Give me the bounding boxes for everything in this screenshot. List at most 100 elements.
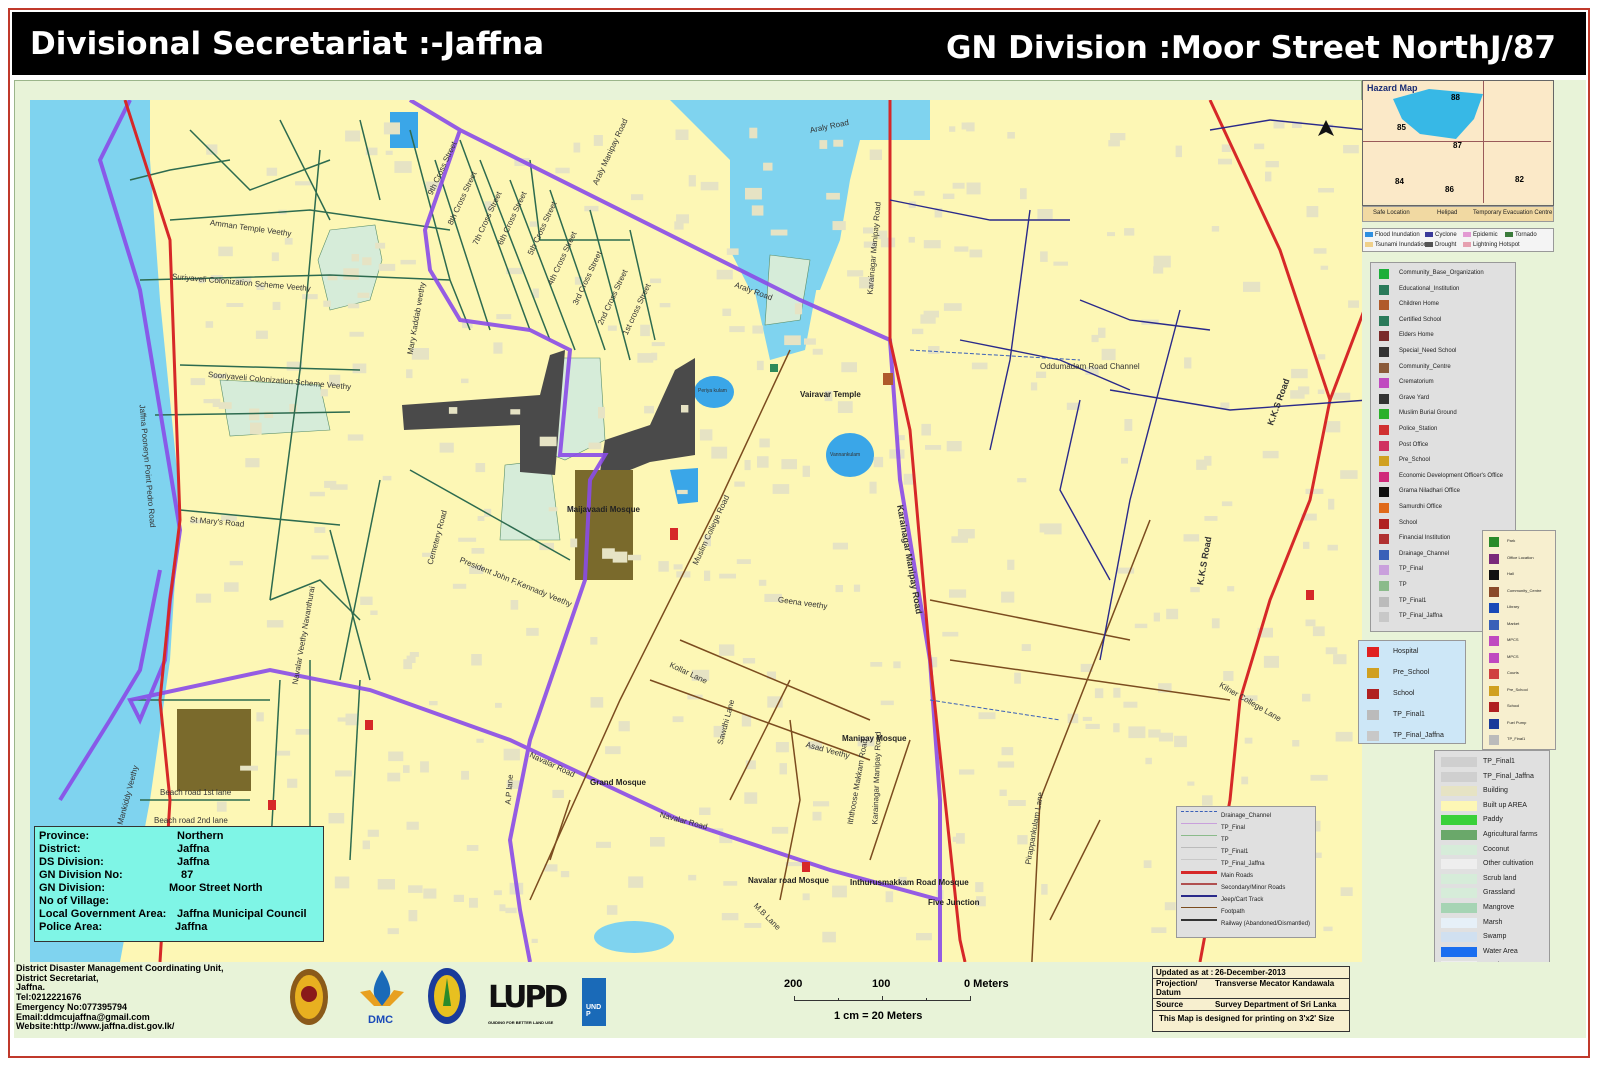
undp-text: UNDP — [586, 1004, 602, 1018]
legend-item: Community_Centre — [1399, 363, 1451, 370]
legend-symbol-icon — [1489, 537, 1499, 547]
meta-value: Transverse Mecator Kandawala — [1215, 979, 1335, 988]
gn-number: 88 — [1451, 93, 1460, 102]
building — [1303, 541, 1310, 549]
building — [320, 389, 328, 397]
building — [1325, 421, 1341, 433]
legend-item: School — [1393, 690, 1415, 697]
building — [1091, 334, 1099, 343]
building — [912, 328, 924, 335]
sri-lanka-emblem-logo — [288, 966, 330, 1028]
building — [1124, 419, 1133, 431]
legend-item: Drought — [1435, 242, 1457, 248]
building — [453, 894, 464, 902]
building — [1243, 281, 1261, 292]
legend-symbol-icon — [1441, 800, 1477, 811]
legend-item: Temporary Evacuation Centre — [1473, 210, 1553, 216]
building — [913, 190, 925, 196]
building — [870, 662, 883, 667]
legend-item: Samurdhi Office — [1399, 504, 1442, 510]
info-key: Province: — [39, 830, 90, 842]
building — [378, 263, 396, 271]
building — [1290, 390, 1305, 399]
building — [1021, 644, 1031, 651]
building — [245, 458, 260, 468]
building — [744, 792, 758, 804]
building — [555, 167, 570, 174]
building — [1124, 228, 1135, 236]
building — [539, 436, 557, 447]
building — [1101, 348, 1116, 361]
building — [832, 542, 848, 550]
building — [439, 442, 454, 453]
legend-item: Children Home — [1399, 301, 1440, 308]
legend-item: Muslim Burial Ground — [1399, 410, 1457, 417]
building — [949, 589, 967, 598]
building — [352, 363, 367, 374]
building — [284, 238, 293, 245]
building — [218, 246, 233, 257]
building — [471, 654, 482, 666]
building — [1211, 226, 1220, 232]
building — [1302, 693, 1311, 702]
building — [1320, 265, 1329, 270]
building — [598, 407, 605, 419]
building — [375, 242, 386, 249]
legend-item: TP_Final_Jaffna — [1221, 861, 1265, 867]
building — [1340, 887, 1353, 896]
legend-symbol-icon — [1489, 619, 1499, 630]
meta-value: Survey Department of Sri Lanka — [1215, 1000, 1337, 1009]
building — [1254, 143, 1265, 150]
building — [804, 338, 816, 345]
building — [869, 481, 877, 494]
legend-symbol-icon — [1489, 685, 1499, 696]
building — [893, 661, 901, 669]
building — [403, 765, 410, 773]
building — [826, 192, 840, 200]
building — [1082, 716, 1092, 721]
building — [385, 150, 393, 155]
contact-address: District Disaster Management Coordinatin… — [16, 963, 224, 1032]
legend-item: Footpath — [1221, 909, 1245, 915]
building — [779, 763, 787, 775]
building — [659, 303, 671, 308]
building — [835, 585, 843, 593]
building — [757, 456, 769, 468]
building — [853, 584, 861, 592]
legend-item: Special_Need School — [1399, 348, 1457, 354]
building — [688, 874, 697, 881]
building — [1333, 392, 1351, 400]
address-line[interactable]: Website:http://www.jaffna.dist.gov.lk/ — [16, 1022, 224, 1032]
scale-tick-label: 200 — [784, 978, 803, 990]
legend-symbol-icon — [1379, 596, 1389, 607]
info-value: Jaffna — [177, 843, 210, 855]
legend-symbol-icon — [1379, 503, 1389, 513]
building — [832, 221, 846, 231]
legend-symbol-icon — [1379, 425, 1389, 435]
building — [833, 139, 844, 147]
legend-symbol-icon — [1441, 888, 1477, 899]
legend-symbol-icon — [1489, 570, 1499, 580]
building — [1085, 723, 1100, 729]
hazard-map-inset[interactable]: Hazard Map 88 85 87 84 86 82 — [1362, 80, 1554, 206]
district-logo — [426, 966, 468, 1028]
legend-item: TP_Final1 — [1399, 597, 1427, 604]
building — [651, 342, 665, 347]
legend-symbol-icon — [1367, 689, 1379, 699]
legend-item: Park — [1507, 538, 1516, 543]
building — [971, 362, 988, 370]
legend-symbol-icon — [1441, 786, 1477, 797]
legend-item: Building — [1483, 787, 1508, 795]
building — [777, 745, 787, 753]
legend-symbol-icon — [1489, 702, 1499, 712]
building — [206, 144, 218, 155]
legend-item: Other cultivation — [1483, 860, 1534, 868]
legend-item: Community_Centre — [1507, 587, 1542, 593]
building — [1017, 478, 1027, 483]
legend-item: Courts — [1507, 670, 1519, 675]
legend-symbol-icon — [1379, 378, 1389, 389]
legend-item: Grave Yard — [1399, 394, 1430, 401]
building — [255, 330, 268, 339]
building — [880, 700, 894, 706]
legend-item: Hall — [1507, 571, 1514, 576]
